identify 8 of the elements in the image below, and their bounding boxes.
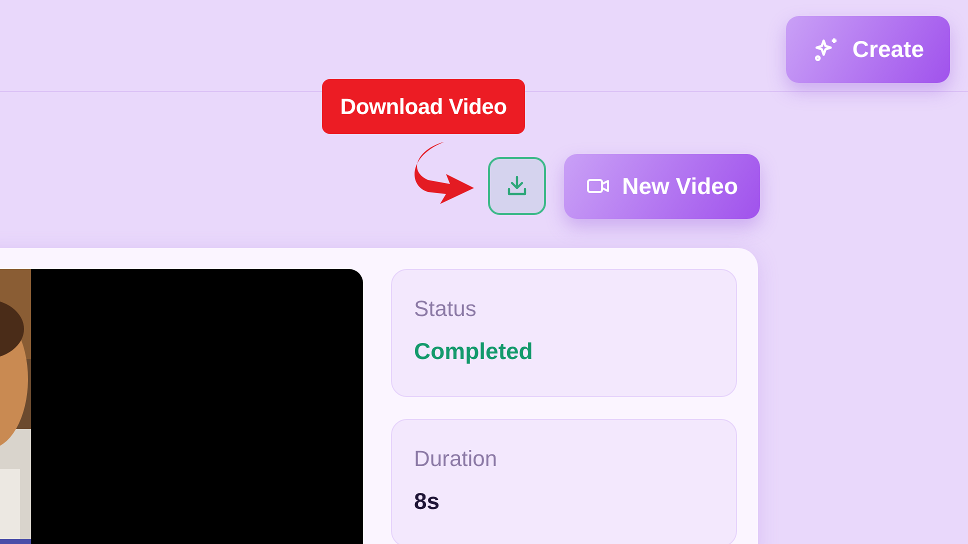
create-button[interactable]: Create <box>786 16 950 83</box>
stat-value: Completed <box>414 338 534 365</box>
stat-value: 8s <box>414 488 441 515</box>
stat-label: Duration <box>414 446 498 472</box>
stat-label: Status <box>414 296 478 322</box>
download-button[interactable] <box>488 157 546 215</box>
new-video-button[interactable]: New Video <box>564 154 760 218</box>
annotation-label: Download Video <box>322 79 525 134</box>
